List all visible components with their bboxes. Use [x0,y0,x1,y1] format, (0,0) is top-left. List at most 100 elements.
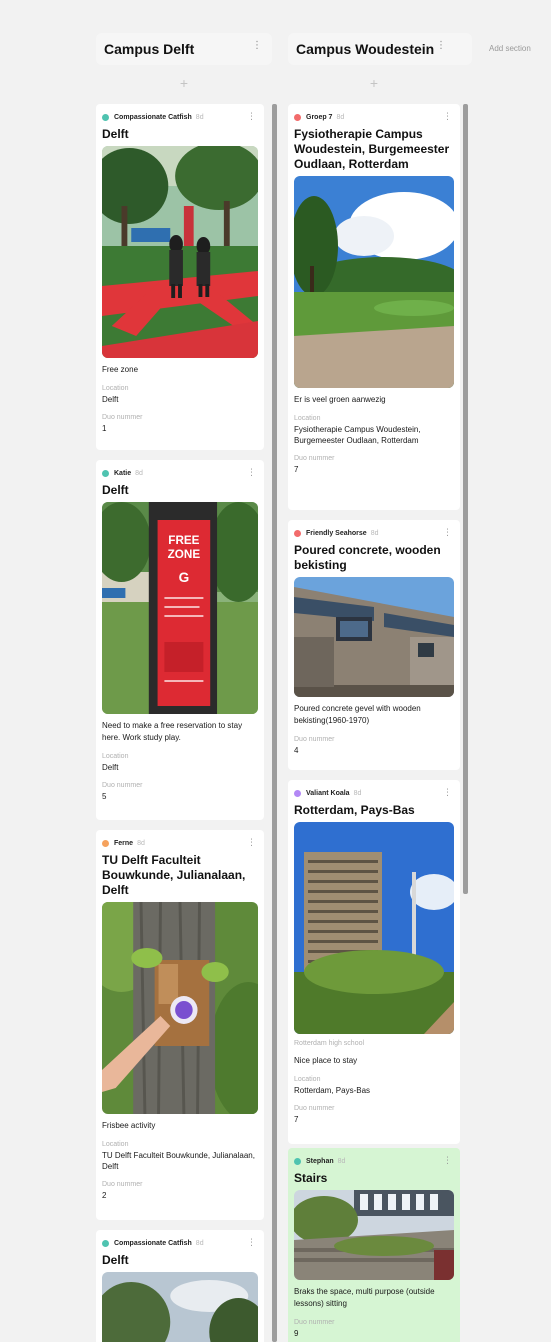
post-image[interactable] [294,577,454,697]
field-value-location: Rotterdam, Pays-Bas [294,1086,371,1095]
field-label-location: Location [102,1141,129,1148]
post-time: 8d [336,113,345,121]
plus-icon: + [179,75,189,91]
more-vertical-icon[interactable]: ⋮ [247,467,256,478]
post-author: Groep 7 [306,113,333,121]
avatar [102,839,109,847]
post-author: Compassionate Catfish [114,1239,192,1247]
avatar [102,1239,109,1247]
post-card[interactable]: Stephan 8d ⋮ Stairs Braks the space, mul… [288,1148,460,1342]
field-value-duo: 1 [102,424,107,433]
post-card[interactable]: Katie 8d ⋮ Delft FREE ZONE G Need to mak… [96,460,264,820]
post-author-row: Stephan 8d ⋮ [294,1154,454,1168]
avatar [294,789,301,797]
post-author-row: Friendly Seahorse 8d ⋮ [294,526,454,540]
more-vertical-icon[interactable]: ⋮ [247,1237,256,1248]
field-label-location: Location [294,415,321,422]
post-description: Frisbee activity [102,1121,156,1130]
post-subtitle: Rotterdam high school [294,1040,365,1047]
avatar [294,529,301,537]
more-vertical-icon[interactable]: ⋮ [247,837,256,848]
post-author-row: Groep 7 8d ⋮ [294,110,454,124]
post-author: Ferne [114,839,134,847]
post-description: Free zone [102,365,139,374]
field-label-duo: Duo nummer [102,1181,143,1188]
post-author: Valiant Koala [306,789,350,797]
post-title: TU Delft Faculteit Bouwkunde, Julianalaa… [102,853,246,897]
more-vertical-icon[interactable]: ⋮ [443,527,452,538]
padlet-board: Campus Delft ⋮ + Compassionate Catfish 8… [0,0,551,1342]
post-card[interactable]: Compassionate Catfish 8d ⋮ Delft [96,104,264,450]
avatar [294,1157,301,1165]
post-image[interactable] [294,176,454,388]
svg-text:G: G [179,569,190,585]
post-image[interactable] [294,822,454,1034]
more-vertical-icon[interactable]: ⋮ [252,41,262,51]
field-label-location: Location [102,753,129,760]
svg-text:ZONE: ZONE [168,547,201,561]
post-description: Need to make a free reservation to stay … [102,721,243,742]
field-value-location: Delft [102,763,119,772]
post-card[interactable]: Friendly Seahorse 8d ⋮ Poured concrete, … [288,520,460,770]
post-time: 8d [353,789,362,797]
post-title: Delft [102,483,129,497]
column-campus-woudestein: Campus Woudestein ⋮ + Groep 7 8d ⋮ Fysio… [288,0,472,1342]
post-time: 8d [195,1239,204,1247]
field-value-duo: 9 [294,1329,299,1338]
avatar [102,469,109,477]
post-title: Delft [102,1253,129,1267]
field-value-duo: 7 [294,465,299,474]
field-value-duo: 7 [294,1115,299,1124]
more-vertical-icon[interactable]: ⋮ [443,1155,452,1166]
post-time: 8d [370,529,379,537]
post-image[interactable] [102,146,258,358]
column-scrollbar[interactable] [272,104,277,1342]
add-section-button[interactable]: Add section [489,44,531,53]
more-vertical-icon[interactable]: ⋮ [247,111,256,122]
field-label-duo: Duo nummer [294,1105,335,1112]
post-author: Stephan [306,1157,334,1165]
field-value-location: Delft [102,395,119,404]
post-author-row: Valiant Koala 8d ⋮ [294,786,454,800]
column-title: Campus Delft [104,41,195,57]
column-scrollbar[interactable] [463,104,468,894]
post-image[interactable] [102,1272,258,1342]
field-value-duo: 4 [294,746,299,755]
field-value-location: Fysiotherapie Campus Woudestein, Burgeme… [294,425,421,445]
post-author: Friendly Seahorse [306,529,367,537]
field-label-location: Location [102,385,129,392]
column-header: Campus Delft ⋮ [96,33,272,65]
post-card[interactable]: Groep 7 8d ⋮ Fysiotherapie Campus Woudes… [288,104,460,510]
add-post-button[interactable]: + [288,72,460,94]
field-label-duo: Duo nummer [294,736,335,743]
more-vertical-icon[interactable]: ⋮ [443,111,452,122]
post-title: Fysiotherapie Campus Woudestein, Burgeme… [294,127,450,171]
post-description: Er is veel groen aanwezig [294,395,386,404]
field-label-duo: Duo nummer [102,414,143,421]
column-posts: Groep 7 8d ⋮ Fysiotherapie Campus Woudes… [288,104,472,1342]
post-card[interactable]: Ferne 8d ⋮ TU Delft Faculteit Bouwkunde,… [96,830,264,1220]
more-vertical-icon[interactable]: ⋮ [443,787,452,798]
post-description: Nice place to stay [294,1056,358,1065]
more-vertical-icon[interactable]: ⋮ [436,41,446,51]
post-card[interactable]: Compassionate Catfish 8d ⋮ Delft [96,1230,264,1342]
post-time: 8d [337,1157,346,1165]
post-author: Compassionate Catfish [114,113,192,121]
avatar [294,113,301,121]
post-title: Delft [102,127,129,141]
column-header: Campus Woudestein ⋮ [288,33,472,65]
post-title: Rotterdam, Pays-Bas [294,803,415,817]
field-label-duo: Duo nummer [294,1319,335,1326]
post-title: Stairs [294,1171,328,1185]
post-time: 8d [135,469,143,477]
svg-text:FREE: FREE [168,533,199,547]
post-description: Poured concrete gevel with wooden bekist… [294,704,421,725]
post-time: 8d [137,839,145,847]
post-image[interactable]: FREE ZONE G [102,502,258,714]
post-image[interactable] [294,1190,454,1280]
column-posts: Compassionate Catfish 8d ⋮ Delft Free zo… [96,104,278,1342]
avatar [102,113,109,121]
post-image[interactable] [102,902,258,1114]
post-card[interactable]: Valiant Koala 8d ⋮ Rotterdam, Pays-Bas R… [288,780,460,1144]
add-post-button[interactable]: + [96,72,272,94]
